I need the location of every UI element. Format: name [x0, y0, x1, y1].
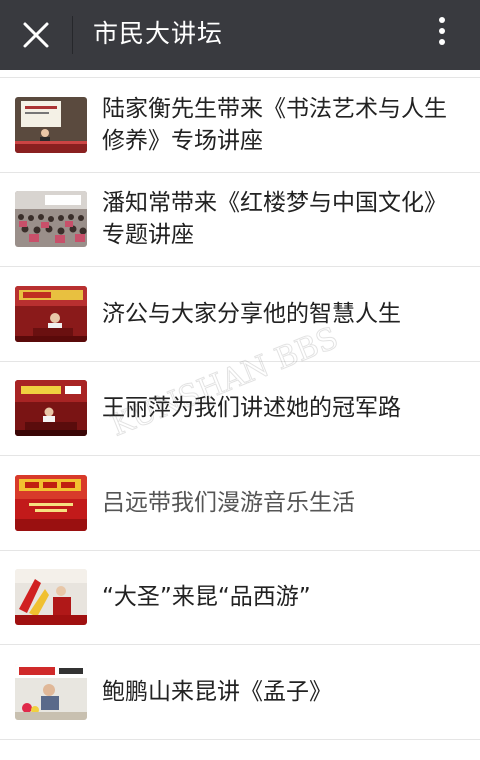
list-item-title: 吕远带我们漫游音乐生活 — [102, 489, 355, 516]
list-item[interactable]: “大圣”来昆“品西游” — [0, 551, 480, 645]
list-item-title: 鲍鹏山来昆讲《孟子》 — [102, 678, 332, 705]
top-bar: 市民大讲坛 — [0, 0, 480, 70]
list-item[interactable]: 鲍鹏山来昆讲《孟子》 — [0, 645, 480, 740]
list-item-title: 陆家衡先生带来《书法艺术与人生修养》专场讲座 — [102, 95, 447, 154]
list-item[interactable]: 吕远带我们漫游音乐生活 — [0, 456, 480, 551]
list-top-divider — [0, 70, 480, 78]
lecture-hall-thumbnail — [15, 96, 87, 153]
list-item[interactable]: 王丽萍为我们讲述她的冠军路 — [0, 362, 480, 456]
list-item-title: “大圣”来昆“品西游” — [102, 584, 311, 611]
stage-thumbnail — [15, 380, 87, 437]
article-list: 陆家衡先生带来《书法艺术与人生修养》专场讲座 潘知常带来《红楼梦与中国文化》专题… — [0, 70, 480, 740]
speaker-thumbnail — [15, 663, 87, 720]
list-item[interactable]: 陆家衡先生带来《书法艺术与人生修养》专场讲座 — [0, 78, 480, 173]
close-icon[interactable] — [14, 13, 58, 57]
list-item-title: 潘知常带来《红楼梦与中国文化》专题讲座 — [102, 190, 447, 249]
list-item-title: 济公与大家分享他的智慧人生 — [102, 300, 401, 327]
performer-thumbnail — [15, 569, 87, 626]
stage-thumbnail — [15, 285, 87, 342]
banner-thumbnail — [15, 474, 87, 531]
list-item[interactable]: 济公与大家分享他的智慧人生 — [0, 267, 480, 362]
list-item[interactable]: 潘知常带来《红楼梦与中国文化》专题讲座 — [0, 173, 480, 267]
list-item-title: 王丽萍为我们讲述她的冠军路 — [102, 395, 401, 422]
more-vertical-icon[interactable] — [432, 17, 452, 53]
header-divider — [72, 16, 73, 54]
page-title: 市民大讲坛 — [93, 19, 224, 48]
audience-thumbnail — [15, 191, 87, 248]
